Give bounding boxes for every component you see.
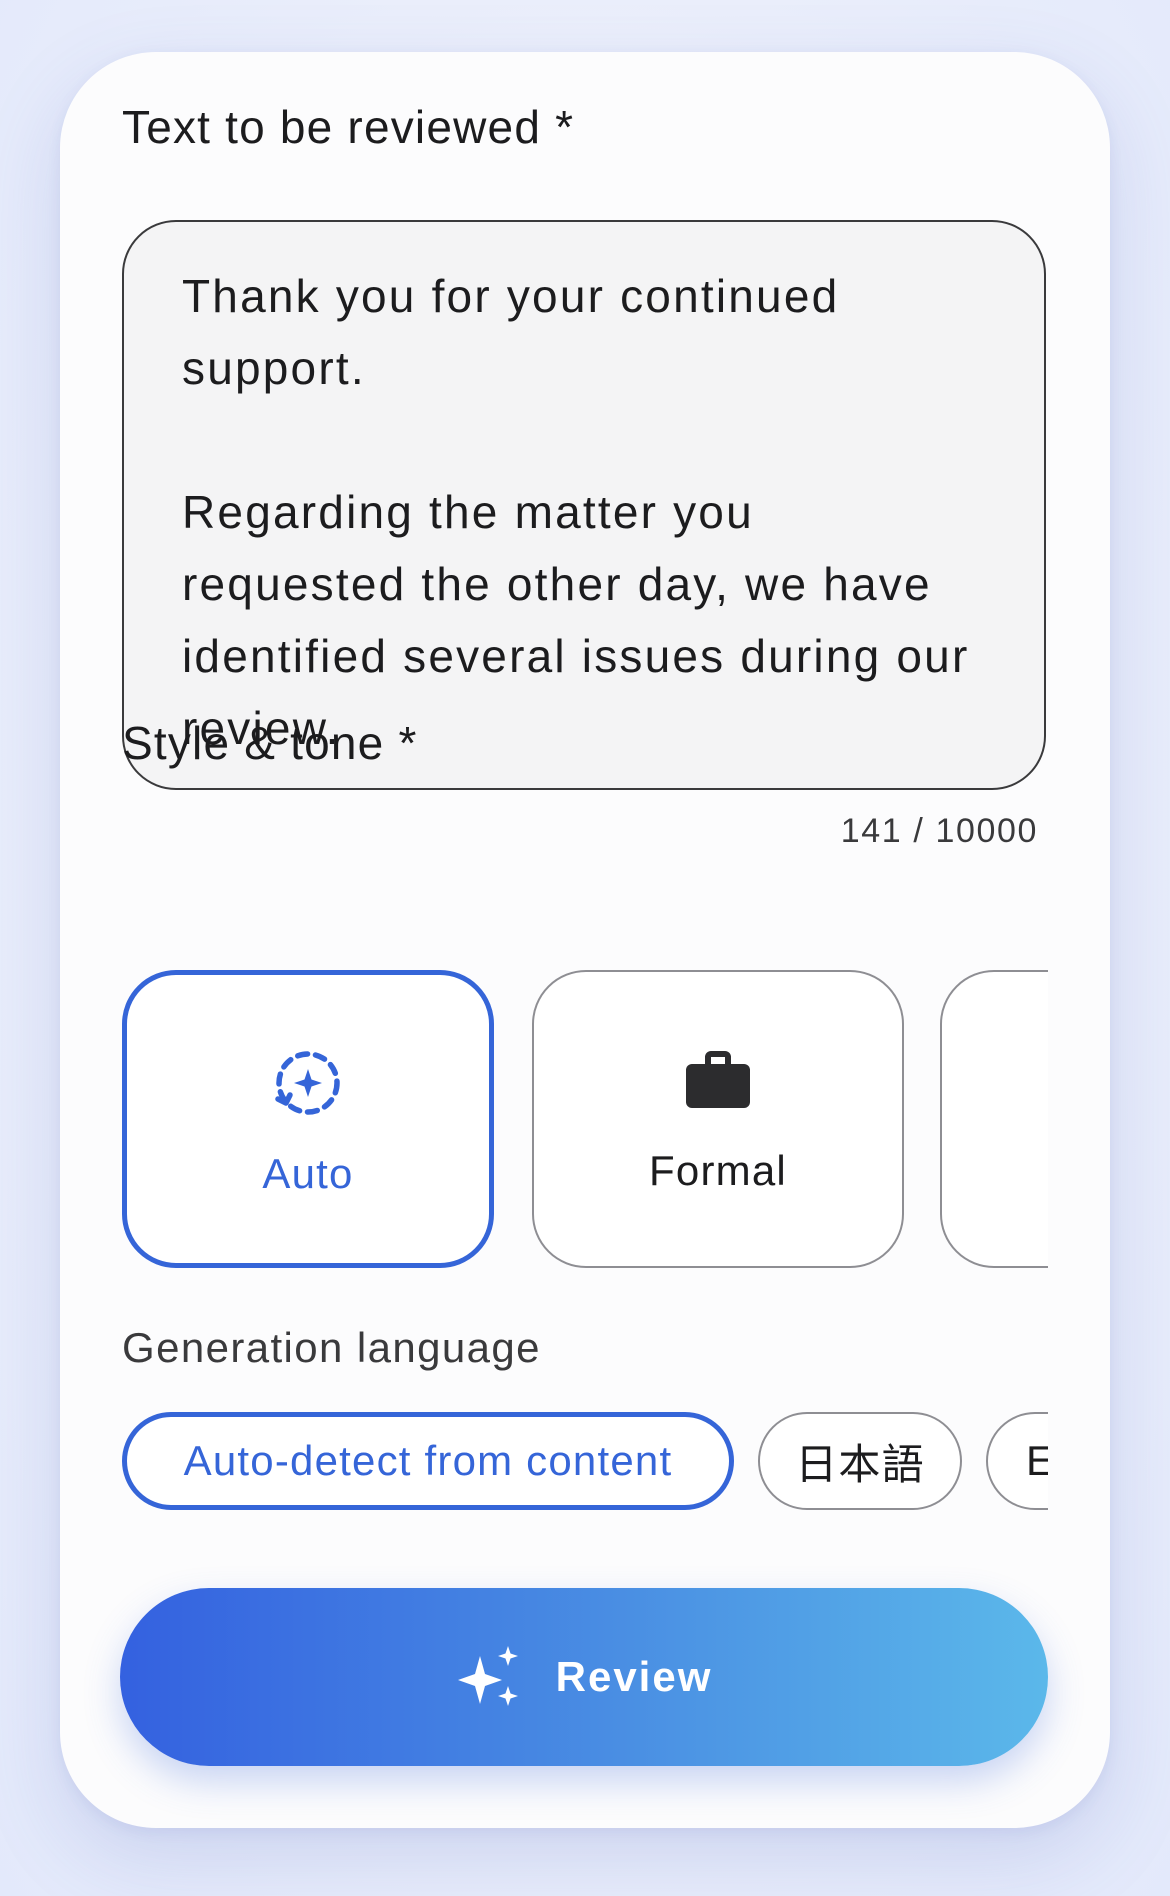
tone-section-title: Style & tone * (122, 716, 418, 770)
tone-option-auto[interactable]: Auto (122, 970, 494, 1268)
tone-option-partial[interactable] (940, 970, 1048, 1268)
tone-option-formal[interactable]: Formal (532, 970, 904, 1268)
review-form-card: Text to be reviewed * Thank you for your … (60, 52, 1110, 1828)
language-chip-japanese[interactable]: 日本語 (758, 1412, 962, 1510)
tone-section-title-label: Style & tone (122, 717, 385, 769)
text-section-title: Text to be reviewed * (122, 100, 574, 154)
tone-options: Auto Formal (122, 970, 1048, 1270)
auto-sparkle-icon (275, 1051, 340, 1115)
tone-option-label: Formal (649, 1147, 787, 1194)
language-options: Auto-detect from content 日本語 E (122, 1410, 1048, 1514)
text-section-title-label: Text to be reviewed (122, 101, 542, 153)
character-counter: 141 / 10000 (840, 812, 1038, 850)
briefcase-icon (686, 1051, 750, 1108)
review-button[interactable]: Review (120, 1588, 1048, 1766)
required-mark: * (555, 101, 575, 153)
required-mark: * (398, 717, 418, 769)
review-button-label: Review (555, 1653, 713, 1700)
language-chip-partial[interactable]: E (986, 1412, 1048, 1510)
tone-option-label: Auto (262, 1150, 354, 1197)
review-text-input[interactable]: Thank you for your continued support. Re… (122, 220, 1046, 790)
language-chip-auto-detect[interactable]: Auto-detect from content (122, 1412, 734, 1510)
language-section-title: Generation language (122, 1324, 541, 1371)
sparkles-icon (457, 1646, 518, 1706)
